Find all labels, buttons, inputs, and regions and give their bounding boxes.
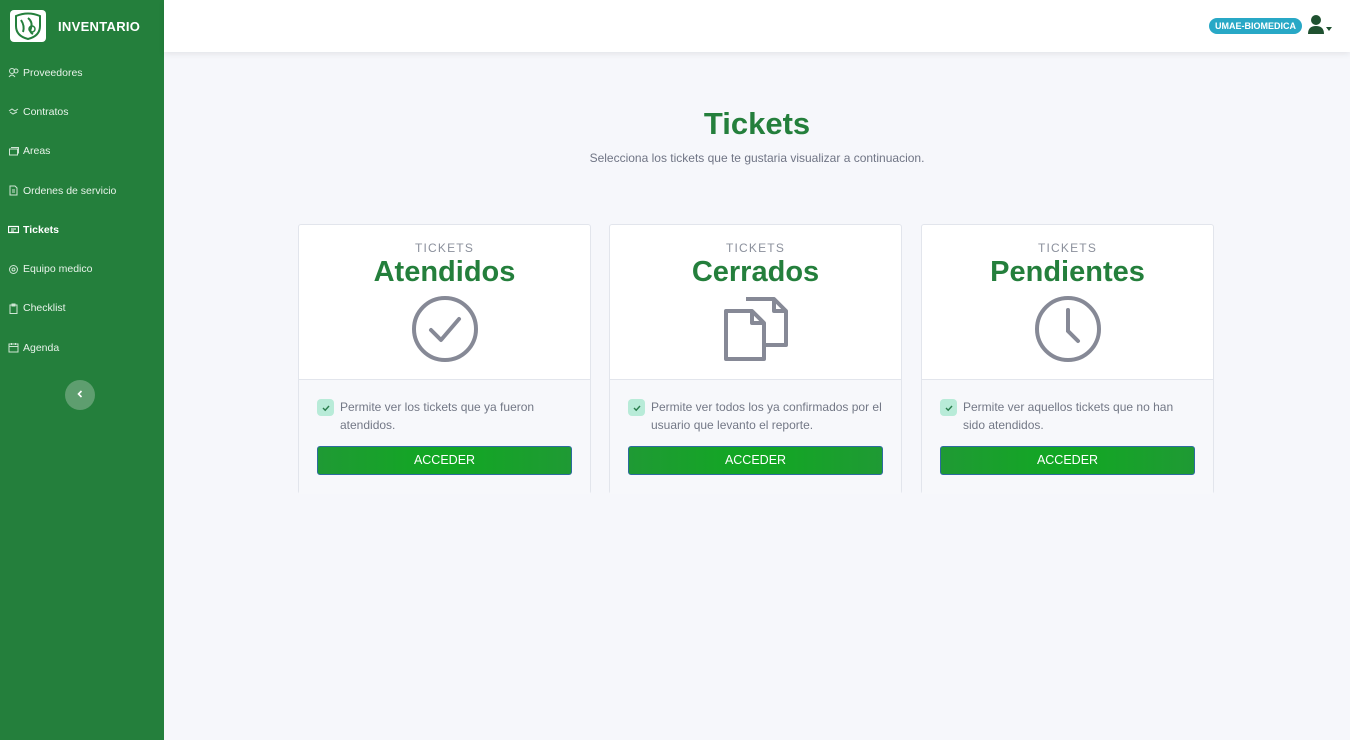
chevron-left-icon — [75, 386, 85, 404]
gear-icon — [8, 264, 19, 275]
brand[interactable]: INVENTARIO — [0, 0, 164, 52]
card-title: Atendidos — [373, 256, 516, 288]
sidebar-item-label: Areas — [23, 145, 51, 158]
card-title: Cerrados — [691, 256, 820, 288]
feature-item: Permite ver aquellos tickets que no han … — [940, 398, 1195, 434]
clipboard-icon — [8, 303, 19, 314]
user-menu-button[interactable] — [1308, 14, 1332, 39]
sidebar-item-agenda[interactable]: Agenda — [0, 328, 164, 367]
card-atendidos: TICKETS Atendidos Permite ver los ticket… — [298, 224, 591, 494]
sidebar-nav: Proveedores Contratos Areas Ordenes de s… — [0, 53, 164, 367]
sidebar-item-equipo-medico[interactable]: Equipo medico — [0, 249, 164, 288]
checkmark-icon — [317, 399, 334, 416]
app-title: INVENTARIO — [58, 18, 141, 34]
checkmark-icon — [940, 399, 957, 416]
unit-badge: UMAE-BIOMEDICA — [1209, 18, 1302, 34]
card-cerrados: TICKETS Cerrados Permite ver todos los y… — [609, 224, 902, 494]
sidebar-item-label: Contratos — [23, 105, 69, 118]
checkmark-icon — [628, 399, 645, 416]
sidebar-item-ordenes-de-servicio[interactable]: Ordenes de servicio — [0, 171, 164, 210]
acceder-cerrados-button[interactable]: ACCEDER — [628, 446, 883, 475]
collapse-sidebar-button[interactable] — [65, 380, 95, 410]
sidebar-item-label: Equipo medico — [23, 263, 93, 276]
feature-item: Permite ver los tickets que ya fueron at… — [317, 398, 572, 434]
feature-description: Permite ver aquellos tickets que no han … — [963, 400, 1174, 432]
sidebar-item-label: Tickets — [23, 223, 59, 236]
clock-icon — [922, 295, 1213, 363]
imss-logo — [10, 10, 46, 42]
sidebar-item-label: Checklist — [23, 302, 66, 315]
acceder-atendidos-button[interactable]: ACCEDER — [317, 446, 572, 475]
feature-description: Permite ver los tickets que ya fueron at… — [340, 400, 535, 432]
user-icon — [1308, 14, 1326, 39]
topbar: UMAE-BIOMEDICA — [164, 0, 1350, 52]
sidebar-item-contratos[interactable]: Contratos — [0, 92, 164, 131]
feature-description: Permite ver todos los ya confirmados por… — [651, 400, 882, 432]
sidebar-item-areas[interactable]: Areas — [0, 132, 164, 171]
layers-icon — [8, 146, 19, 157]
card-kicker: TICKETS — [725, 241, 786, 255]
handshake-icon — [8, 106, 19, 117]
feature-item: Permite ver todos los ya confirmados por… — [628, 398, 883, 434]
ticket-icon — [8, 224, 19, 235]
documents-icon — [610, 295, 901, 363]
check-circle-icon — [299, 295, 590, 363]
page-title: Tickets — [703, 106, 811, 141]
sidebar-item-tickets[interactable]: Tickets — [0, 210, 164, 249]
users-icon — [8, 67, 19, 78]
card-body: Permite ver aquellos tickets que no han … — [922, 380, 1213, 494]
acceder-pendientes-button[interactable]: ACCEDER — [940, 446, 1195, 475]
document-icon — [8, 185, 19, 196]
calendar-icon — [8, 342, 19, 353]
sidebar-item-checklist[interactable]: Checklist — [0, 289, 164, 328]
sidebar-item-label: Ordenes de servicio — [23, 184, 117, 197]
card-kicker: TICKETS — [414, 241, 475, 255]
sidebar-item-label: Agenda — [23, 341, 60, 354]
card-kicker: TICKETS — [1037, 241, 1098, 255]
card-pendientes: TICKETS Pendientes Permite ver aquellos … — [921, 224, 1214, 494]
sidebar: INVENTARIO Proveedores Contratos Areas O… — [0, 0, 164, 740]
page-subtitle: Selecciona los tickets que te gustaria v… — [589, 151, 925, 165]
card-header: TICKETS Cerrados — [610, 225, 901, 380]
sidebar-item-proveedores[interactable]: Proveedores — [0, 53, 164, 92]
caret-down-icon — [1326, 18, 1332, 36]
card-body: Permite ver todos los ya confirmados por… — [610, 380, 901, 494]
sidebar-item-label: Proveedores — [23, 66, 83, 79]
card-title: Pendientes — [990, 256, 1145, 288]
card-body: Permite ver los tickets que ya fueron at… — [299, 380, 590, 494]
card-header: TICKETS Pendientes — [922, 225, 1213, 380]
card-header: TICKETS Atendidos — [299, 225, 590, 380]
